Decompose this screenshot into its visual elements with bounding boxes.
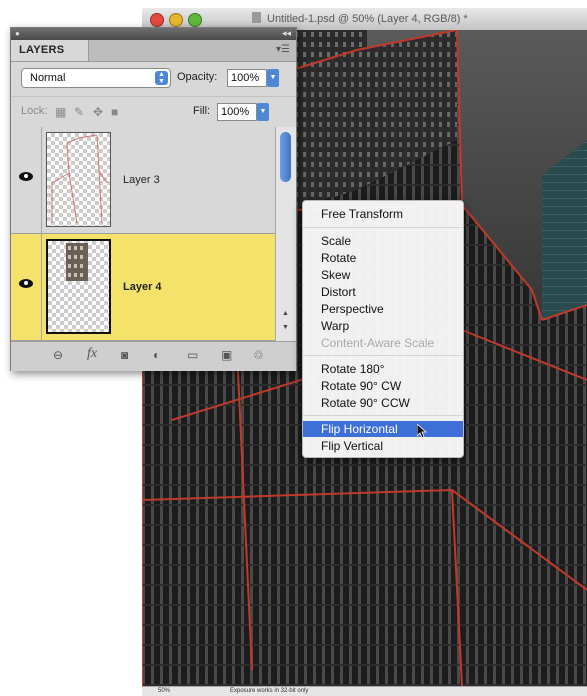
new-layer-icon[interactable]: ▣: [221, 349, 232, 362]
layer-row-layer-4[interactable]: Layer 4: [11, 234, 275, 341]
collapse-icon[interactable]: ◂◂: [282, 29, 291, 38]
menu-item-scale[interactable]: Scale: [303, 233, 463, 249]
layer-thumbnail[interactable]: [46, 132, 111, 227]
opacity-dropdown-icon[interactable]: ▼: [267, 69, 279, 87]
menu-item-skew[interactable]: Skew: [303, 267, 463, 283]
layers-bottom-bar: ⊖ fx ◙ ◐ ▭ ▣ ♲: [11, 341, 296, 371]
scroll-up-icon[interactable]: ▲: [282, 310, 289, 317]
scroll-thumb[interactable]: [280, 132, 291, 182]
adjustment-icon[interactable]: ◐: [153, 349, 160, 362]
fx-icon[interactable]: fx: [87, 347, 97, 361]
layers-list: Layer 3 Layer 4: [11, 127, 275, 341]
lock-all-icon[interactable]: ■: [111, 106, 118, 118]
document-title: Untitled-1.psd @ 50% (Layer 4, RGB/8) *: [252, 12, 468, 25]
visibility-toggle[interactable]: [11, 234, 42, 340]
opacity-label: Opacity:: [177, 71, 218, 83]
tab-layers[interactable]: LAYERS: [11, 40, 89, 61]
menu-item-content-aware-scale: Content-Aware Scale: [321, 336, 435, 350]
menu-item-flip-horizontal[interactable]: Flip Horizontal: [303, 421, 463, 437]
fill-dropdown-icon[interactable]: ▼: [257, 103, 269, 121]
cursor-arrow-icon: [417, 424, 427, 438]
layer-4-thumbnail-art: [66, 243, 88, 281]
panel-menu-icon[interactable]: ▾☰: [276, 44, 290, 55]
status-bar: 50% Exposure works in 32-bit only: [142, 686, 587, 696]
trash-icon[interactable]: ♲: [253, 349, 264, 362]
menu-item-free-transform[interactable]: Free Transform: [303, 206, 463, 222]
menu-item-rotate-90-cw[interactable]: Rotate 90° CW: [303, 378, 463, 394]
eye-icon: [19, 279, 33, 288]
menu-item-rotate-90-ccw[interactable]: Rotate 90° CCW: [303, 395, 463, 411]
zoom-button[interactable]: [188, 13, 202, 27]
layers-panel: ● ◂◂ LAYERS ▾☰ Normal ▲ ▼ Opacity: 100% ▼…: [10, 27, 297, 371]
layer-name[interactable]: Layer 3: [123, 174, 160, 186]
menu-item-perspective[interactable]: Perspective: [303, 301, 463, 317]
link-icon[interactable]: ⊖: [53, 349, 63, 362]
mask-icon[interactable]: ◙: [121, 349, 128, 362]
transform-context-menu: Free Transform Scale Rotate Skew Distort…: [302, 200, 464, 458]
layer-3-thumbnail-art: [51, 134, 108, 224]
menu-separator: [303, 415, 463, 416]
folder-icon[interactable]: ▭: [187, 349, 198, 362]
close-icon[interactable]: ●: [15, 30, 20, 38]
scroll-down-icon[interactable]: ▼: [282, 324, 289, 331]
close-button[interactable]: [150, 13, 164, 27]
menu-item-flip-vertical[interactable]: Flip Vertical: [303, 438, 463, 454]
document-icon: [252, 12, 261, 23]
lock-transparent-icon[interactable]: ▦: [55, 106, 66, 118]
lock-label: Lock:: [21, 105, 48, 117]
menu-item-rotate-180[interactable]: Rotate 180°: [303, 361, 463, 377]
blend-mode-value: Normal: [30, 72, 66, 84]
menu-item-warp[interactable]: Warp: [303, 318, 463, 334]
panel-tab-row: LAYERS ▾☰: [11, 40, 296, 62]
menu-item-rotate[interactable]: Rotate: [303, 250, 463, 266]
select-arrows-icon: ▲ ▼: [155, 71, 168, 85]
eye-icon: [19, 172, 33, 181]
layers-scrollbar[interactable]: ▲ ▼: [275, 127, 296, 341]
fill-label: Fill:: [193, 105, 211, 117]
layer-name[interactable]: Layer 4: [123, 281, 162, 293]
layer-thumbnail[interactable]: [46, 239, 111, 334]
menu-item-distort[interactable]: Distort: [303, 284, 463, 300]
lock-position-icon[interactable]: ✥: [93, 106, 103, 118]
blend-mode-select[interactable]: Normal ▲ ▼: [21, 68, 171, 88]
panel-header[interactable]: ● ◂◂: [11, 28, 296, 40]
menu-separator: [303, 355, 463, 356]
fill-field[interactable]: 100%: [217, 103, 257, 121]
lock-pixels-icon[interactable]: ✎: [74, 106, 84, 118]
zoom-readout[interactable]: 50%: [158, 688, 170, 694]
menu-separator: [303, 227, 463, 228]
layer-row-layer-3[interactable]: Layer 3: [11, 127, 275, 234]
status-info[interactable]: Exposure works in 32-bit only: [230, 688, 308, 694]
opacity-field[interactable]: 100%: [227, 69, 267, 87]
visibility-toggle[interactable]: [11, 127, 42, 233]
minimize-button[interactable]: [169, 13, 183, 27]
lock-row: Lock: ▦ ✎ ✥ ■ Fill: 100% ▼: [11, 96, 296, 128]
